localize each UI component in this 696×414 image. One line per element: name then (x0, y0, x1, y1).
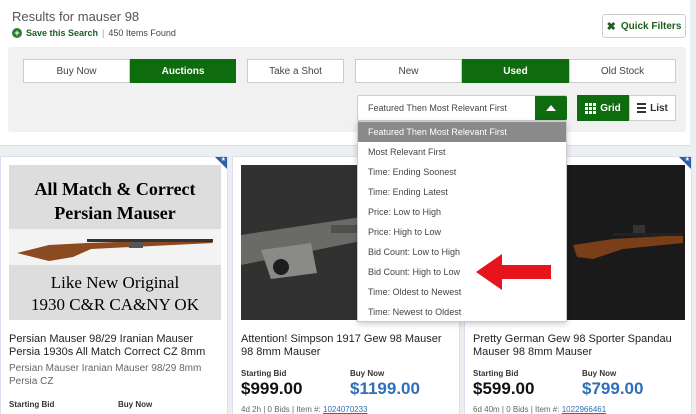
listing-meta: 4d 2h | 0 Bids | Item #: 1024070233 (241, 405, 368, 414)
plus-circle-icon[interactable]: + (12, 28, 22, 38)
filter-auctions[interactable]: Auctions (130, 59, 236, 83)
list-label: List (650, 102, 668, 114)
buy-now-label: Buy Now (582, 369, 617, 378)
time-bids: 4d 2h | 0 Bids (241, 405, 290, 414)
quick-filters-label: Quick Filters (620, 20, 682, 32)
save-search-link[interactable]: Save this Search (26, 28, 98, 38)
starting-bid-price: $599.00 (473, 379, 535, 398)
sort-option-featured[interactable]: Featured Then Most Relevant First (358, 122, 566, 142)
sort-option-newest-oldest[interactable]: Time: Newest to Oldest (358, 302, 566, 322)
sort-option-most-relevant[interactable]: Most Relevant First (358, 142, 566, 162)
buy-now-label: Buy Now (118, 400, 153, 409)
sort-selected-value: Featured Then Most Relevant First (368, 103, 507, 113)
sort-toggle-button[interactable] (535, 96, 567, 120)
filter-take-a-shot[interactable]: Take a Shot (247, 59, 344, 83)
filter-buy-now[interactable]: Buy Now (23, 59, 130, 83)
starting-bid-label: Starting Bid (241, 369, 287, 378)
buy-now-label: Buy Now (350, 369, 385, 378)
save-search-row: + Save this Search | 450 Items Found (12, 28, 176, 38)
results-title: Results for mauser 98 (12, 9, 140, 24)
filter-new[interactable]: New (355, 59, 462, 83)
item-label: Item #: (296, 405, 321, 414)
listing-title[interactable]: Persian Mauser 98/29 Iranian Mauser Pers… (9, 333, 223, 359)
separator: | (102, 28, 105, 38)
items-found-count: 450 Items Found (108, 28, 176, 38)
image-text-line: 1930 C&R CA&NY OK (31, 295, 199, 314)
buy-now-price: $1199.00 (350, 379, 420, 398)
list-icon (637, 103, 647, 113)
listing-image[interactable]: All Match & Correct Persian Mauser Like … (9, 165, 221, 320)
sort-option-price-low-high[interactable]: Price: Low to High (358, 202, 566, 222)
grid-view-button[interactable]: Grid (577, 95, 629, 121)
quick-filters-button[interactable]: ✖ Quick Filters (602, 14, 686, 38)
listing-card[interactable]: ★ All Match & Correct Persian Mauser Lik… (0, 156, 228, 414)
list-view-button[interactable]: List (629, 95, 676, 121)
starting-bid-price: $999.00 (241, 379, 303, 398)
image-text-line: Like New Original (50, 273, 180, 292)
filter-used[interactable]: Used (462, 59, 569, 83)
filter-old-stock[interactable]: Old Stock (569, 59, 676, 83)
listing-subtitle: Persian Mauser Iranian Mauser 98/29 8mm … (9, 363, 202, 387)
star-icon: ★ (220, 157, 226, 163)
item-label: Item #: (535, 405, 560, 414)
sort-select[interactable]: Featured Then Most Relevant First (357, 95, 567, 121)
grid-icon (585, 102, 597, 114)
chevron-up-icon (546, 105, 556, 111)
sort-option-ending-soonest[interactable]: Time: Ending Soonest (358, 162, 566, 182)
sort-option-price-high-low[interactable]: Price: High to Low (358, 222, 566, 242)
item-number-link[interactable]: 1024070233 (323, 405, 368, 414)
grid-label: Grid (600, 102, 621, 114)
close-icon: ✖ (606, 20, 616, 33)
listing-meta: 6d 40m | 0 Bids | Item #: 1022966461 (473, 405, 606, 414)
red-arrow-annotation (476, 254, 551, 290)
sort-option-ending-latest[interactable]: Time: Ending Latest (358, 182, 566, 202)
sort-dropdown-menu: Featured Then Most Relevant First Most R… (357, 121, 567, 322)
listing-title[interactable]: Pretty German Gew 98 Sporter Spandau Mau… (473, 333, 687, 359)
item-number-link[interactable]: 1022966461 (562, 405, 607, 414)
time-bids: 6d 40m | 0 Bids (473, 405, 529, 414)
listing-title[interactable]: Attention! Simpson 1917 Gew 98 Mauser 98… (241, 333, 455, 359)
star-icon: ★ (684, 157, 690, 163)
starting-bid-label: Starting Bid (473, 369, 519, 378)
buy-now-price: $799.00 (582, 379, 644, 398)
starting-bid-label: Starting Bid (9, 400, 55, 409)
